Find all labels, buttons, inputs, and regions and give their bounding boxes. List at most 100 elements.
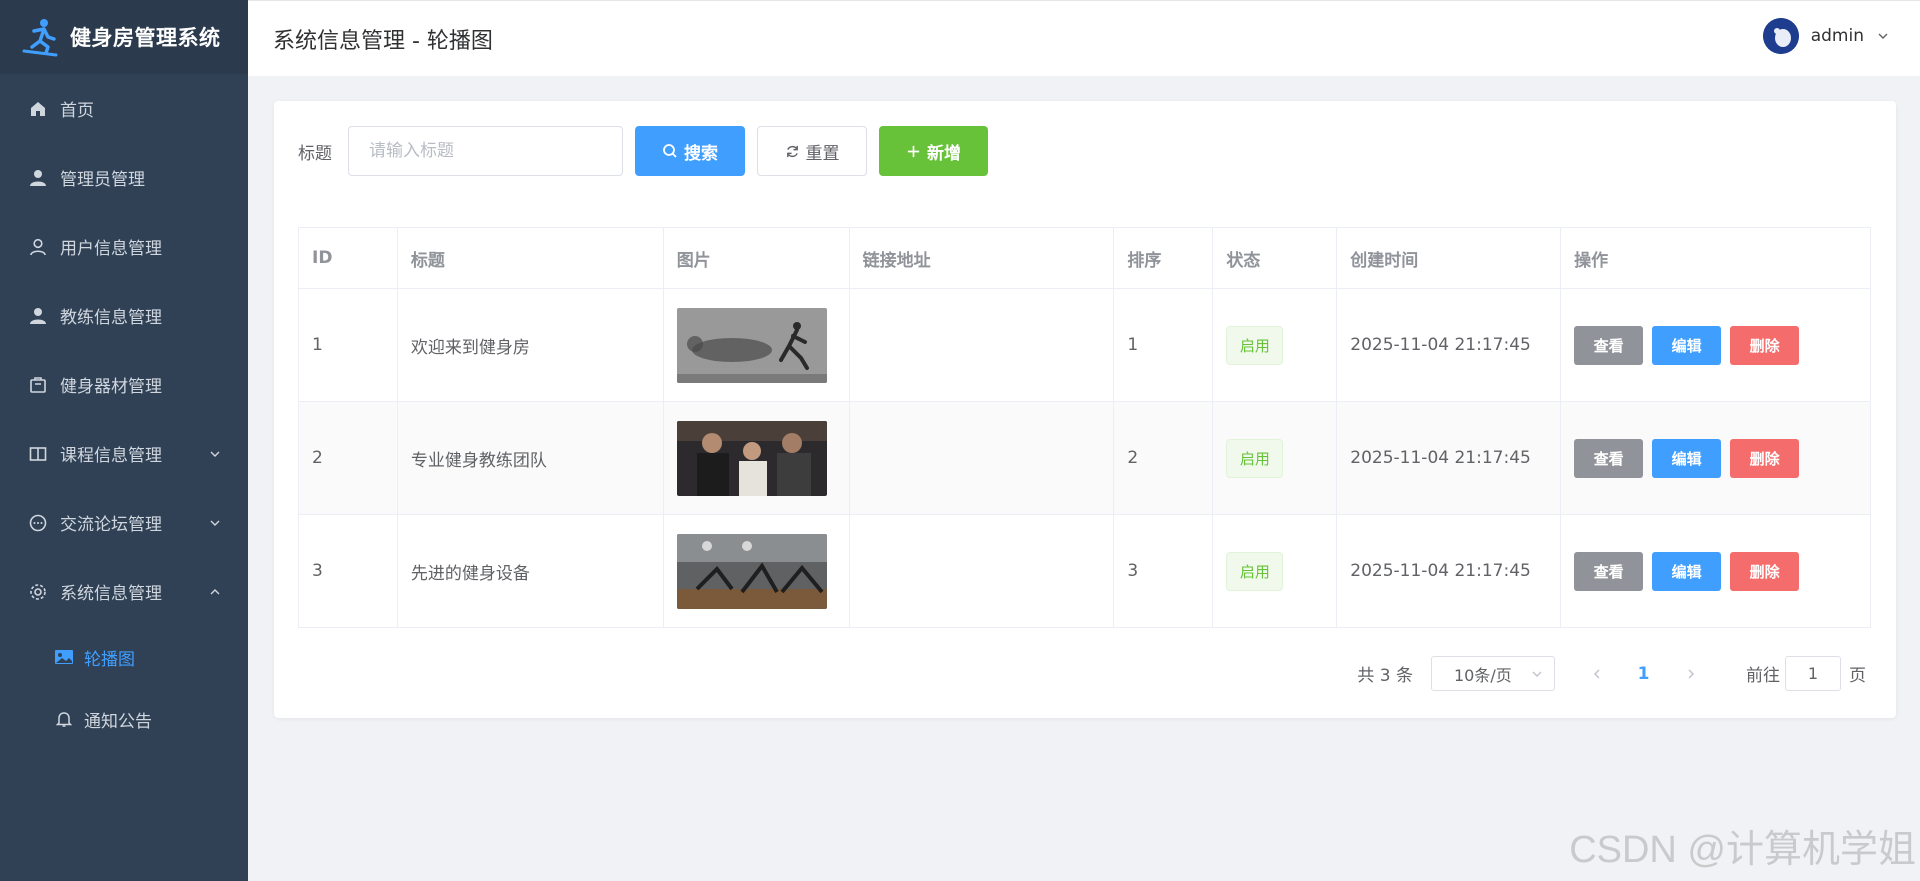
cell-link xyxy=(849,514,1115,628)
sidebar-item-label: 交流论坛管理 xyxy=(60,515,162,535)
cell-actions: 查看 编辑 删除 xyxy=(1560,288,1871,402)
cell-link xyxy=(849,288,1115,402)
cell-id: 3 xyxy=(298,514,398,628)
user-icon xyxy=(28,168,48,188)
logo: 健身房管理系统 xyxy=(0,0,248,74)
chevron-down-icon xyxy=(1532,671,1542,677)
delete-button[interactable]: 删除 xyxy=(1730,551,1800,591)
search-label: 标题 xyxy=(298,143,332,164)
cell-sort: 2 xyxy=(1113,401,1214,515)
sidebar-item-users[interactable]: 用户信息管理 xyxy=(0,212,248,281)
view-button[interactable]: 查看 xyxy=(1574,325,1644,365)
page-number-current[interactable]: 1 xyxy=(1626,656,1661,691)
carousel-thumbnail[interactable] xyxy=(676,533,827,609)
goto-page-input[interactable] xyxy=(1785,656,1841,691)
app-title: 健身房管理系统 xyxy=(70,26,221,50)
sidebar-item-label: 用户信息管理 xyxy=(60,239,162,259)
avatar xyxy=(1762,18,1799,54)
page-title: 系统信息管理 - 轮播图 xyxy=(273,28,493,54)
user-outline-icon xyxy=(28,237,48,257)
status-badge: 启用 xyxy=(1226,438,1284,478)
runner-logo-icon xyxy=(22,19,58,57)
delete-button[interactable]: 删除 xyxy=(1730,325,1800,365)
cell-title: 欢迎来到健身房 xyxy=(397,288,664,402)
edit-button[interactable]: 编辑 xyxy=(1652,551,1722,591)
table-header-row: ID 标题 图片 链接地址 排序 状态 创建时间 操作 xyxy=(298,227,1871,289)
cell-status: 启用 xyxy=(1212,401,1338,515)
username: admin xyxy=(1810,26,1864,46)
pagination: 共 3 条 10条/页 1 前往 页 xyxy=(1357,656,1866,691)
sidebar-item-label: 健身器材管理 xyxy=(60,377,162,397)
column-header: 标题 xyxy=(397,227,664,289)
table-row: 2 专业健身教练团队 2 启用 2025-11-04 21:17:45 查看 编… xyxy=(298,401,1871,515)
search-icon xyxy=(663,144,677,158)
bell-icon xyxy=(54,709,74,729)
page-size-value: 10条/页 xyxy=(1454,665,1512,685)
user-icon xyxy=(28,306,48,326)
cell-title: 专业健身教练团队 xyxy=(397,401,664,515)
sidebar-item-label: 首页 xyxy=(60,101,94,121)
header: 系统信息管理 - 轮播图 admin xyxy=(248,0,1920,76)
prev-page-button[interactable] xyxy=(1579,656,1614,691)
search-button-label: 搜索 xyxy=(684,143,718,164)
refresh-icon xyxy=(786,145,798,157)
gear-icon xyxy=(28,582,48,602)
add-button-label: 新增 xyxy=(927,143,961,164)
edit-button[interactable]: 编辑 xyxy=(1652,438,1722,478)
sidebar-item-label: 管理员管理 xyxy=(60,170,145,190)
search-button[interactable]: 搜索 xyxy=(635,126,745,176)
reset-button[interactable]: 重置 xyxy=(757,126,867,176)
delete-button[interactable]: 删除 xyxy=(1730,438,1800,478)
user-menu[interactable]: admin xyxy=(1762,18,1890,54)
chevron-right-icon xyxy=(1687,668,1694,679)
watermark: CSDN @计算机学姐 xyxy=(1569,829,1916,871)
edit-button[interactable]: 编辑 xyxy=(1652,325,1722,365)
carousel-thumbnail[interactable] xyxy=(676,420,827,496)
sidebar-item-courses[interactable]: 课程信息管理 xyxy=(0,419,248,488)
table-row: 3 先进的健身设备 3 启用 2025-11-04 21:17:45 查看 编辑… xyxy=(298,514,1871,628)
next-page-button[interactable] xyxy=(1673,656,1708,691)
cell-id: 2 xyxy=(298,401,398,515)
page-size-select[interactable]: 10条/页 xyxy=(1431,656,1555,691)
chevron-up-icon xyxy=(210,588,220,594)
column-header: 创建时间 xyxy=(1336,227,1562,289)
sidebar-item-label: 系统信息管理 xyxy=(60,584,162,604)
view-button[interactable]: 查看 xyxy=(1574,438,1644,478)
column-header: 操作 xyxy=(1560,227,1871,289)
cell-status: 启用 xyxy=(1212,514,1338,628)
home-icon xyxy=(28,99,48,119)
carousel-thumbnail[interactable] xyxy=(676,307,827,383)
cell-image xyxy=(663,401,850,515)
column-header: 链接地址 xyxy=(849,227,1115,289)
column-header: 状态 xyxy=(1212,227,1338,289)
sidebar-item-forum[interactable]: 交流论坛管理 xyxy=(0,488,248,557)
cell-sort: 1 xyxy=(1113,288,1214,402)
reset-button-label: 重置 xyxy=(805,143,840,164)
sidebar-item-label: 轮播图 xyxy=(84,649,135,670)
book-icon xyxy=(28,444,48,464)
sidebar-subitem-notice[interactable]: 通知公告 xyxy=(0,688,248,750)
cell-actions: 查看 编辑 删除 xyxy=(1560,401,1871,515)
image-icon xyxy=(54,647,74,667)
sidebar-item-equipment[interactable]: 健身器材管理 xyxy=(0,350,248,419)
sidebar-item-label: 教练信息管理 xyxy=(60,308,162,328)
sidebar-item-admin[interactable]: 管理员管理 xyxy=(0,143,248,212)
chevron-left-icon xyxy=(1593,668,1600,679)
carousel-table: ID 标题 图片 链接地址 排序 状态 创建时间 操作 1 欢迎来到健身房 1 … xyxy=(298,227,1871,628)
content-card: 标题 搜索 重置 新增 ID 标题 图片 链接地址 排序 状态 xyxy=(274,101,1896,718)
cell-link xyxy=(849,401,1115,515)
add-button[interactable]: 新增 xyxy=(879,126,988,176)
sidebar-item-home[interactable]: 首页 xyxy=(0,74,248,143)
status-badge: 启用 xyxy=(1226,325,1284,365)
sidebar-item-coaches[interactable]: 教练信息管理 xyxy=(0,281,248,350)
sidebar-subitem-carousel[interactable]: 轮播图 xyxy=(0,626,248,688)
view-button[interactable]: 查看 xyxy=(1574,551,1644,591)
sidebar-item-system[interactable]: 系统信息管理 xyxy=(0,557,248,626)
cell-image xyxy=(663,514,850,628)
goto-suffix: 页 xyxy=(1849,666,1866,686)
cell-title: 先进的健身设备 xyxy=(397,514,664,628)
title-search-input[interactable] xyxy=(348,126,623,176)
chevron-down-icon xyxy=(1878,33,1888,39)
sidebar-item-label: 通知公告 xyxy=(84,711,152,732)
chevron-down-icon xyxy=(210,520,220,526)
